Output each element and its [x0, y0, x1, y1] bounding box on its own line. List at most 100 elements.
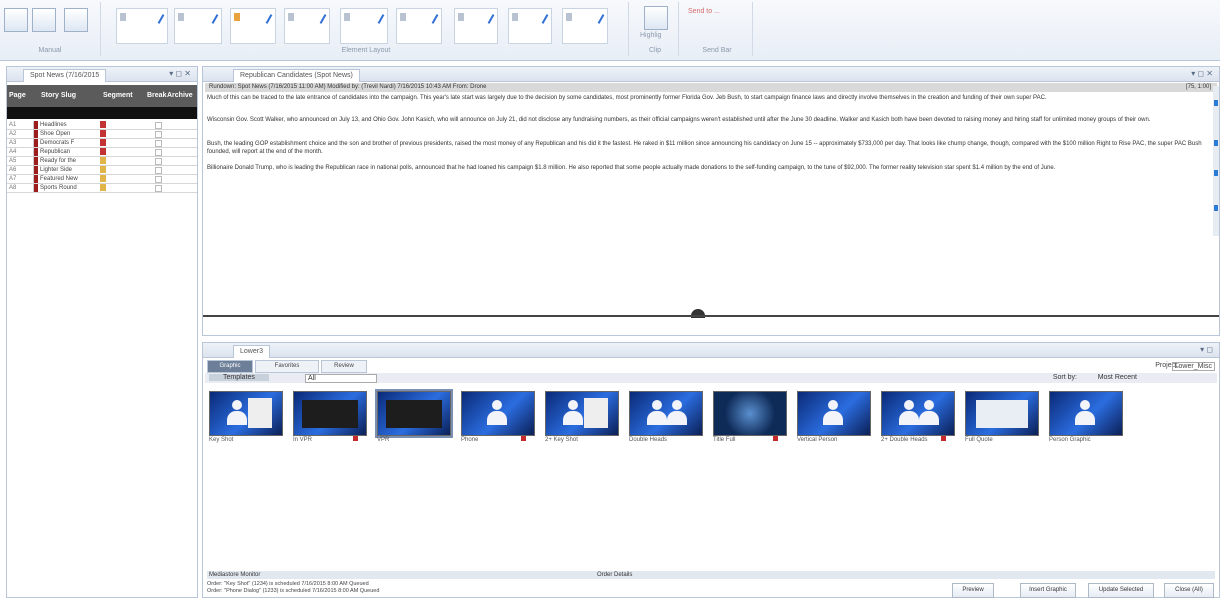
row-checkbox[interactable]: [155, 140, 162, 147]
layout-button-9[interactable]: [562, 8, 608, 44]
row-checkbox[interactable]: [155, 158, 162, 165]
graphic-thumbnail[interactable]: [1049, 391, 1123, 436]
filter-select[interactable]: All: [305, 374, 377, 383]
mos-details-label: Order Details: [597, 572, 633, 578]
row-checkbox[interactable]: [155, 131, 162, 138]
graphic-thumbnail[interactable]: [965, 391, 1039, 436]
pane-window-controls[interactable]: ▾ ◻ ✕: [169, 69, 191, 78]
rundown-row[interactable]: A7 Featured New: [7, 175, 197, 184]
column-header-page[interactable]: Page: [9, 92, 26, 99]
graphic-thumbnail-label: Title Full: [713, 437, 736, 443]
story-paragraph[interactable]: Wisconsin Gov. Scott Walker, who announc…: [207, 117, 1205, 125]
favorite-heart-icon[interactable]: [353, 436, 358, 441]
row-checkbox[interactable]: [155, 176, 162, 183]
pen-icon: [541, 14, 549, 24]
rundown-row[interactable]: A1 Headlines: [7, 121, 197, 130]
story-tab[interactable]: Republican Candidates (Spot News): [233, 69, 360, 82]
highlight-label: Highlig: [640, 32, 662, 39]
project-select[interactable]: Lower_Misc: [1171, 362, 1215, 371]
document-icon[interactable]: [64, 8, 88, 32]
ribbon-group-label: Manual: [38, 47, 62, 54]
highlight-icon[interactable]: [644, 6, 668, 30]
insert-graphic-button[interactable]: Insert Graphic: [1020, 583, 1076, 598]
row-page: A3: [9, 139, 34, 147]
column-header-break[interactable]: Break: [147, 92, 166, 99]
layout-button-1[interactable]: [116, 8, 168, 44]
layout-icon: [458, 13, 464, 21]
graphic-thumbnail-label: In VPR: [293, 437, 313, 443]
story-paragraph[interactable]: Much of this can be traced to the late e…: [207, 95, 1205, 103]
update-selected-button[interactable]: Update Selected: [1088, 583, 1154, 598]
graphic-thumbnail[interactable]: [375, 389, 453, 438]
layout-button-3[interactable]: [230, 8, 276, 44]
layout-button-7[interactable]: [454, 8, 498, 44]
ribbon-group-element-layout: Element Layout: [104, 2, 629, 56]
rundown-row[interactable]: A6 Lighter Side: [7, 166, 197, 175]
favorite-heart-icon[interactable]: [941, 436, 946, 441]
graphic-thumbnail[interactable]: [545, 391, 619, 436]
column-header-segment[interactable]: Segment: [103, 92, 133, 99]
side-scroll-rail[interactable]: [1213, 86, 1219, 236]
rundown-row[interactable]: A3 Democrats F: [7, 139, 197, 148]
manual-icon[interactable]: [4, 8, 28, 32]
row-flag-icon: [34, 148, 38, 156]
column-header-archive[interactable]: Archive: [167, 92, 193, 99]
story-paragraph[interactable]: Billionaire Donald Trump, who is leading…: [207, 165, 1205, 173]
subtab-favorites[interactable]: Favorites: [255, 360, 319, 373]
graphic-thumbnail[interactable]: [797, 391, 871, 436]
favorite-heart-icon[interactable]: [521, 436, 526, 441]
rundown-row[interactable]: A2 Shoe Open: [7, 130, 197, 139]
ribbon-group-clip: Highlig Clip: [632, 2, 679, 56]
row-slug: Democrats F: [40, 140, 75, 146]
person-icon: [563, 411, 583, 425]
row-flag-icon: [34, 166, 38, 174]
pen-icon: [377, 14, 385, 24]
mos-row: Order: "Key Shot" (1234) is scheduled 7/…: [207, 581, 369, 587]
graphics-tab[interactable]: Lower3: [233, 345, 270, 358]
layout-button-4[interactable]: [284, 8, 330, 44]
graphic-thumbnail[interactable]: [209, 391, 283, 436]
subtab-graphic[interactable]: Graphic: [207, 360, 253, 373]
pane-window-controls[interactable]: ▾ ◻ ✕: [1191, 69, 1213, 78]
favorite-heart-icon[interactable]: [773, 436, 778, 441]
rundown-row[interactable]: A5 Ready for the: [7, 157, 197, 166]
pane-window-controls[interactable]: ▾ ◻: [1200, 345, 1213, 354]
close-all-button[interactable]: Close (All): [1164, 583, 1214, 598]
graphic-thumbnail-label: Full Quote: [965, 437, 993, 443]
graphic-thumbnail[interactable]: [293, 391, 367, 436]
row-checkbox[interactable]: [155, 185, 162, 192]
rundown-row[interactable]: A8 Sports Round: [7, 184, 197, 193]
layout-button-8[interactable]: [508, 8, 552, 44]
rail-marker-icon: [1214, 100, 1218, 106]
subtab-review[interactable]: Review: [321, 360, 367, 373]
rundown-tab[interactable]: Spot News (7/16/2015: [23, 69, 107, 82]
person-icon: [919, 411, 939, 425]
layout-button-5[interactable]: [340, 8, 388, 44]
column-header-slug[interactable]: Story Slug: [41, 92, 76, 99]
send-to-button[interactable]: Send to ...: [688, 8, 720, 15]
person-icon: [828, 400, 838, 410]
graphic-thumbnail[interactable]: [713, 391, 787, 436]
preview-button[interactable]: Preview: [952, 583, 994, 598]
rail-marker-icon: [1214, 140, 1218, 146]
graphic-thumbnail[interactable]: [881, 391, 955, 436]
layout-button-6[interactable]: [396, 8, 442, 44]
row-page: A1: [9, 121, 34, 129]
graphic-thumbnail[interactable]: [629, 391, 703, 436]
row-checkbox[interactable]: [155, 122, 162, 129]
pen-icon: [597, 14, 605, 24]
story-divider: [203, 315, 1219, 317]
rundown-row[interactable]: A4 Republican: [7, 148, 197, 157]
row-checkbox[interactable]: [155, 149, 162, 156]
layout-button-2[interactable]: [174, 8, 222, 44]
row-flag-icon: [34, 130, 38, 138]
sort-select[interactable]: Most Recent: [1098, 374, 1137, 381]
pen-icon: [211, 14, 219, 24]
graphic-thumbnail[interactable]: [461, 391, 535, 436]
document-icon: [584, 398, 608, 428]
row-checkbox[interactable]: [155, 167, 162, 174]
preview-icon[interactable]: [32, 8, 56, 32]
story-paragraph[interactable]: Bush, the leading GOP establishment choi…: [207, 141, 1205, 156]
graphic-thumbnail-label: Vertical Person: [797, 437, 838, 443]
row-slug: Republican: [40, 149, 71, 155]
